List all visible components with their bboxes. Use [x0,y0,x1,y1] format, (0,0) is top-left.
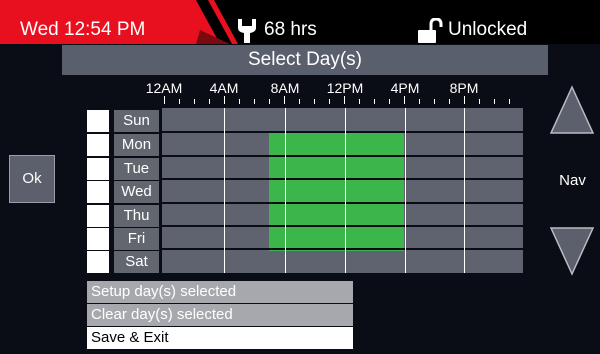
hour-tick [404,96,405,104]
day-label-sat[interactable]: Sat [114,251,159,273]
day-label-sun[interactable]: Sun [114,110,159,132]
hour-tick [254,99,255,104]
day-label-mon[interactable]: Mon [114,134,159,156]
grid-row-line [162,202,523,204]
timeline-header: 12AM 4AM 8AM 12PM 4PM 8PM [0,80,600,106]
hour-tick [464,96,465,104]
day-label-fri[interactable]: Fri [114,228,159,250]
nav-up-button[interactable] [549,85,595,135]
grid-line-4am [224,108,225,273]
hour-tick [179,99,180,104]
day-checkbox-mon[interactable] [87,134,109,156]
time-label-4am: 4AM [209,80,239,96]
grid-row-line [162,131,523,133]
day-checkbox-wed[interactable] [87,181,109,203]
clear-days-button[interactable]: Clear day(s) selected [87,304,353,326]
grid-line-8pm [464,108,465,273]
day-checkbox-fri[interactable] [87,228,109,250]
hour-tick [314,99,315,104]
hour-tick [509,99,510,104]
hour-tick [449,99,450,104]
hour-tick [209,99,210,104]
grid-row-line [162,225,523,227]
ok-button[interactable]: Ok [9,155,55,203]
page-title: Select Day(s) [62,45,548,75]
hour-tick [344,96,345,104]
time-label-8am: 8AM [270,80,300,96]
grid-line-8am [285,108,286,273]
hour-tick [359,99,360,104]
hour-tick [269,99,270,104]
day-label-thu[interactable]: Thu [114,205,159,227]
hour-tick [164,96,165,104]
hours-value: 68 hrs [264,19,317,40]
schedule-block-wed[interactable] [269,180,404,204]
triangle-down-icon [549,227,595,276]
thermostat-screen: Wed 12:54 PM 68 hrs Unlocked Select Day(… [0,0,600,354]
time-label-4pm: 4PM [390,80,420,96]
day-checkbox-sun[interactable] [87,110,109,132]
grid-row-line [162,155,523,157]
schedule-block-mon[interactable] [269,133,404,157]
hour-tick [374,99,375,104]
hour-tick [434,99,435,104]
status-header: Wed 12:54 PM 68 hrs Unlocked [0,0,600,44]
time-label-12am: 12AM [145,80,183,96]
hour-tick [299,99,300,104]
padlock-open-icon [418,18,443,43]
grid-line-4pm [405,108,406,273]
hour-tick [224,96,225,104]
lock-status-label: Unlocked [448,19,528,40]
day-checkbox-thu[interactable] [87,205,109,227]
grid-row-line [162,178,523,180]
hour-tick [239,99,240,104]
nav-label: Nav [559,172,586,189]
hour-tick [494,99,495,104]
nav-down-button[interactable] [549,226,595,276]
hour-tick [419,99,420,104]
setup-days-button[interactable]: Setup day(s) selected [87,281,353,303]
day-checkbox-sat[interactable] [87,251,109,273]
time-label-8pm: 8PM [449,80,479,96]
grid-row-line [162,248,523,250]
hour-tick [194,99,195,104]
save-exit-button[interactable]: Save & Exit [87,327,353,349]
hour-tick [389,99,390,104]
hour-tick [479,99,480,104]
day-label-wed[interactable]: Wed [114,181,159,203]
hour-tick [329,99,330,104]
header-datetime: Wed 12:54 PM [20,19,146,40]
hour-tick [284,96,285,104]
wrench-icon [238,19,256,43]
grid-line-12pm [345,108,346,273]
time-label-12pm: 12PM [326,80,364,96]
day-label-tue[interactable]: Tue [114,158,159,180]
triangle-up-icon [549,85,595,134]
day-checkbox-tue[interactable] [87,158,109,180]
